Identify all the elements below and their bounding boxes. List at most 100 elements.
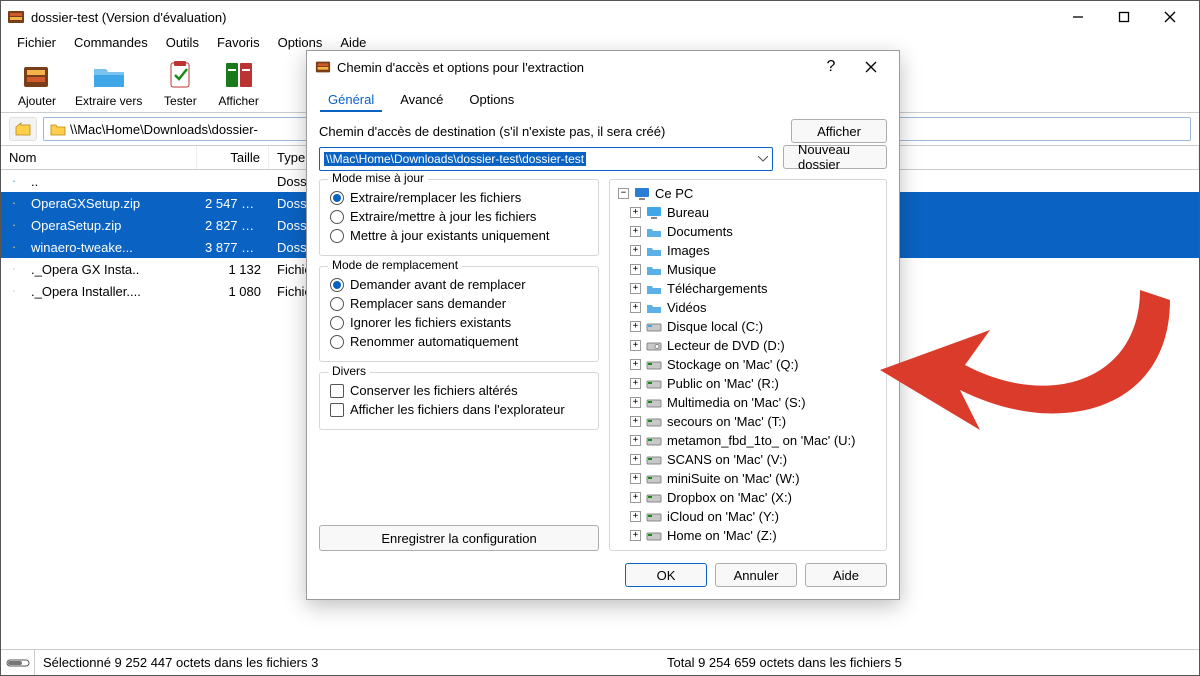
view-icon [219, 58, 259, 92]
tree-item[interactable]: +Home on 'Mac' (Z:) [612, 526, 884, 545]
netdrive-icon [645, 434, 663, 448]
toolbar-test[interactable]: Tester [160, 58, 200, 108]
expand-icon[interactable]: + [630, 283, 641, 294]
tree-item[interactable]: + Documents [612, 222, 884, 241]
help-button[interactable]: Aide [805, 563, 887, 587]
netdrive-icon [645, 529, 663, 543]
show-button[interactable]: Afficher [791, 119, 887, 143]
tab-avancé[interactable]: Avancé [387, 87, 456, 111]
expand-icon[interactable]: + [630, 511, 641, 522]
collapse-icon[interactable]: − [618, 188, 629, 199]
dest-path-combo[interactable]: \\Mac\Home\Downloads\dossier-test\dossie… [319, 147, 773, 171]
minimize-button[interactable] [1055, 2, 1101, 32]
dialog-tabs: GénéralAvancéOptions [307, 83, 899, 111]
radio-option[interactable]: Renommer automatiquement [330, 332, 588, 351]
tree-item[interactable]: +Vidéos [612, 298, 884, 317]
column-size[interactable]: Taille [197, 146, 269, 169]
status-selected: Sélectionné 9 252 447 octets dans les fi… [35, 655, 659, 670]
close-button[interactable] [1147, 2, 1193, 32]
titlebar: dossier-test (Version d'évaluation) [1, 1, 1199, 33]
radio-icon [330, 278, 344, 292]
chevron-down-icon [758, 156, 768, 162]
tree-item[interactable]: +iCloud on 'Mac' (Y:) [612, 507, 884, 526]
dialog-title: Chemin d'accès et options pour l'extract… [337, 60, 584, 75]
tree-item[interactable]: + Stockage on 'Mac' (Q:) [612, 355, 884, 374]
tree-label: Stockage on 'Mac' (Q:) [667, 357, 798, 372]
toolbar-extract[interactable]: Extraire vers [75, 58, 142, 108]
radio-option[interactable]: Extraire/mettre à jour les fichiers [330, 207, 588, 226]
tree-item[interactable]: +Disque local (C:) [612, 317, 884, 336]
checkbox-option[interactable]: Afficher les fichiers dans l'explorateur [330, 400, 588, 419]
folder-icon [645, 301, 663, 315]
menu-favoris[interactable]: Favoris [209, 33, 268, 52]
expand-icon[interactable]: + [630, 264, 641, 275]
help-button[interactable]: ? [811, 52, 851, 82]
tree-label: Documents [667, 224, 733, 239]
tree-item[interactable]: +Public on 'Mac' (R:) [612, 374, 884, 393]
checkbox-label: Conserver les fichiers altérés [350, 383, 518, 398]
tree-root[interactable]: −Ce PC [612, 184, 884, 203]
tree-item[interactable]: +Bureau [612, 203, 884, 222]
radio-label: Demander avant de remplacer [350, 277, 526, 292]
expand-icon[interactable]: + [630, 435, 641, 446]
radio-option[interactable]: Ignorer les fichiers existants [330, 313, 588, 332]
menu-fichier[interactable]: Fichier [9, 33, 64, 52]
tree-item[interactable]: +miniSuite on 'Mac' (W:) [612, 469, 884, 488]
toolbar-label: Ajouter [18, 94, 56, 108]
expand-icon[interactable]: + [630, 473, 641, 484]
tree-item[interactable]: +Images [612, 241, 884, 260]
new-folder-button[interactable]: Nouveau dossier [783, 145, 887, 169]
tree-item[interactable]: +secours on 'Mac' (T:) [612, 412, 884, 431]
expand-icon[interactable]: + [630, 207, 641, 218]
expand-icon[interactable]: + [630, 226, 641, 237]
close-button[interactable] [851, 52, 891, 82]
dialog-footer: OK Annuler Aide [307, 551, 899, 599]
cell-size: 2 827 741 [197, 218, 269, 233]
radio-option[interactable]: Remplacer sans demander [330, 294, 588, 313]
ok-button[interactable]: OK [625, 563, 707, 587]
folder-tree[interactable]: −Ce PC+Bureau+Documents+Images+Musique+T… [609, 179, 887, 551]
radio-option[interactable]: Extraire/remplacer les fichiers [330, 188, 588, 207]
toolbar-view[interactable]: Afficher [218, 58, 258, 108]
checkbox-icon [330, 384, 344, 398]
radio-option[interactable]: Mettre à jour existants uniquement [330, 226, 588, 245]
expand-icon[interactable]: + [630, 397, 641, 408]
expand-icon[interactable]: + [630, 340, 641, 351]
maximize-button[interactable] [1101, 2, 1147, 32]
netdrive-icon [645, 377, 663, 391]
radio-icon [330, 316, 344, 330]
expand-icon[interactable]: + [630, 302, 641, 313]
tab-général[interactable]: Général [315, 87, 387, 111]
up-button[interactable] [9, 117, 37, 141]
column-name[interactable]: Nom [1, 146, 197, 169]
expand-icon[interactable]: + [630, 530, 641, 541]
cell-size: 1 132 [197, 262, 269, 277]
tree-item[interactable]: +SCANS on 'Mac' (V:) [612, 450, 884, 469]
expand-icon[interactable]: + [630, 359, 641, 370]
tree-item[interactable]: +metamon_fbd_1to_ on 'Mac' (U:) [612, 431, 884, 450]
tree-item[interactable]: +Téléchargements [612, 279, 884, 298]
tree-item[interactable]: + Multimedia on 'Mac' (S:) [612, 393, 884, 412]
expand-icon[interactable]: + [630, 492, 641, 503]
expand-icon[interactable]: + [630, 245, 641, 256]
tab-options[interactable]: Options [456, 87, 527, 111]
tree-label: Multimedia on 'Mac' (S:) [667, 395, 806, 410]
expand-icon[interactable]: + [630, 321, 641, 332]
tree-item[interactable]: +Dropbox on 'Mac' (X:) [612, 488, 884, 507]
expand-icon[interactable]: + [630, 416, 641, 427]
menu-commandes[interactable]: Commandes [66, 33, 156, 52]
expand-icon[interactable]: + [630, 454, 641, 465]
tree-item[interactable]: +Lecteur de DVD (D:) [612, 336, 884, 355]
save-config-button[interactable]: Enregistrer la configuration [319, 525, 599, 551]
checkbox-option[interactable]: Conserver les fichiers altérés [330, 381, 588, 400]
radio-label: Extraire/remplacer les fichiers [350, 190, 521, 205]
netdrive-icon [645, 491, 663, 505]
expand-icon[interactable]: + [630, 378, 641, 389]
desktop-icon [645, 206, 663, 220]
menu-outils[interactable]: Outils [158, 33, 207, 52]
cancel-button[interactable]: Annuler [715, 563, 797, 587]
tree-item[interactable]: +Musique [612, 260, 884, 279]
toolbar-add[interactable]: Ajouter [17, 58, 57, 108]
radio-option[interactable]: Demander avant de remplacer [330, 275, 588, 294]
path-text: \\Mac\Home\Downloads\dossier- [70, 122, 258, 137]
